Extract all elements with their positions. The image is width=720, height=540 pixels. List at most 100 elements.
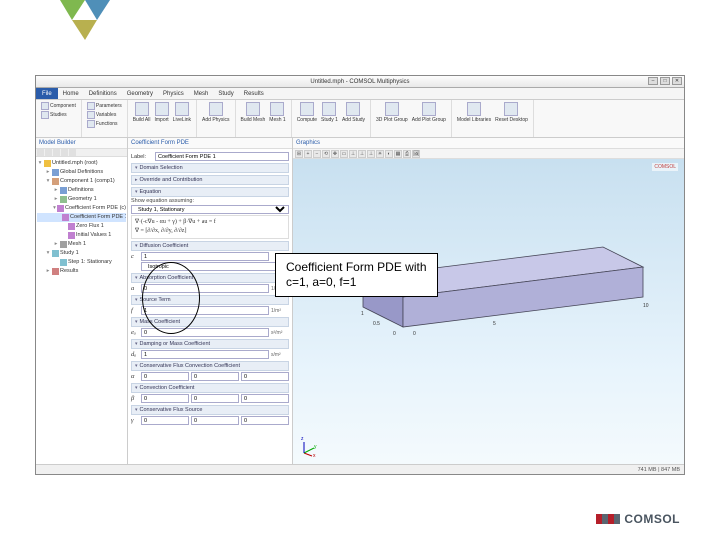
tree-node[interactable]: ▾Study 1: [37, 249, 126, 258]
section-mass[interactable]: Mass Coefficient: [131, 317, 289, 327]
label-input[interactable]: [155, 152, 289, 161]
livelink-button[interactable]: LiveLink: [171, 101, 193, 124]
al-x-input[interactable]: [141, 372, 189, 381]
be-x-input[interactable]: [141, 394, 189, 403]
graphics-title: Graphics: [293, 138, 684, 149]
mesh2-icon: [270, 102, 284, 116]
section-convection[interactable]: Convection Coefficient: [131, 383, 289, 393]
build-mesh-button[interactable]: Build Mesh: [239, 101, 268, 124]
tree-btn-3[interactable]: [53, 149, 60, 156]
footer-logo: COMSOL: [596, 512, 680, 526]
section-override[interactable]: Override and Contribution: [131, 175, 289, 185]
tree-btn-5[interactable]: [69, 149, 76, 156]
tree-node[interactable]: ▾Component 1 (comp1): [37, 177, 126, 186]
component-dropdown[interactable]: Component: [40, 102, 77, 110]
tree-btn-4[interactable]: [61, 149, 68, 156]
al-z-input[interactable]: [241, 372, 289, 381]
be-z-input[interactable]: [241, 394, 289, 403]
tree-node[interactable]: Coefficient Form PDE 1: [37, 213, 126, 222]
gfx-rotate[interactable]: ⟲: [322, 150, 330, 158]
ga-x-input[interactable]: [141, 416, 189, 425]
maximize-button[interactable]: □: [660, 77, 670, 85]
tree-node[interactable]: ▸Definitions: [37, 186, 126, 195]
tree-node[interactable]: Initial Values 1: [37, 231, 126, 240]
tab-results[interactable]: Results: [239, 91, 269, 97]
tab-physics[interactable]: Physics: [158, 91, 189, 97]
gfx-zoom-in[interactable]: +: [304, 150, 312, 158]
gfx-view-xy[interactable]: ⊥: [349, 150, 357, 158]
add-study-button[interactable]: Add Study: [340, 101, 367, 124]
section-domain[interactable]: Domain Selection: [131, 163, 289, 173]
tab-home[interactable]: Home: [58, 91, 84, 97]
reset-icon: [504, 102, 518, 116]
tab-definitions[interactable]: Definitions: [84, 91, 122, 97]
tree-node[interactable]: ▾Coefficient Form PDE (c): [37, 204, 126, 213]
section-source[interactable]: Source Term: [131, 295, 289, 305]
tree-btn-1[interactable]: [37, 149, 44, 156]
c-type-select[interactable]: Isotropic: [141, 262, 289, 271]
al-y-input[interactable]: [191, 372, 239, 381]
ga-z-input[interactable]: [241, 416, 289, 425]
section-damping[interactable]: Damping or Mass Coefficient: [131, 339, 289, 349]
slide-corner-logo: [60, 0, 110, 40]
tab-mesh[interactable]: Mesh: [189, 91, 214, 97]
c-input[interactable]: [141, 252, 269, 261]
tree-node[interactable]: ▸Global Definitions: [37, 168, 126, 177]
be-y-input[interactable]: [191, 394, 239, 403]
reset-desktop-button[interactable]: Reset Desktop: [493, 101, 530, 124]
variables-button[interactable]: Variables: [86, 111, 123, 119]
functions-button[interactable]: Functions: [86, 120, 123, 128]
graphics-canvas[interactable]: COMSOL 1 0.5 0 0 5 10: [293, 159, 684, 464]
parameters-button[interactable]: Parameters: [86, 102, 123, 110]
add-plot-button[interactable]: Add Plot Group: [410, 101, 448, 124]
gfx-zoom-out[interactable]: −: [313, 150, 321, 158]
tab-geometry[interactable]: Geometry: [122, 91, 158, 97]
tree-node[interactable]: ▸Geometry 1: [37, 195, 126, 204]
al-label: α: [131, 373, 139, 380]
section-diffusion[interactable]: Diffusion Coefficient: [131, 241, 289, 251]
minimize-button[interactable]: –: [648, 77, 658, 85]
plot-group-button[interactable]: 3D Plot Group: [374, 101, 410, 124]
ea-input[interactable]: [141, 328, 269, 337]
canvas-brand: COMSOL: [652, 163, 678, 171]
gfx-image[interactable]: 🖼: [412, 150, 420, 158]
main-body: Model Builder ▾Untitled.mph (root)▸Globa…: [36, 138, 684, 464]
tree-node[interactable]: Zero Flux 1: [37, 222, 126, 231]
studies-dropdown[interactable]: Studies: [40, 111, 77, 119]
tree-node[interactable]: ▸Mesh 1: [37, 240, 126, 249]
study-dropdown[interactable]: Study 1: [319, 101, 340, 124]
gfx-view-xz[interactable]: ⊥: [367, 150, 375, 158]
add-physics-button[interactable]: Add Physics: [200, 101, 232, 124]
f-input[interactable]: [141, 306, 269, 315]
close-button[interactable]: ✕: [672, 77, 682, 85]
tab-study[interactable]: Study: [213, 91, 238, 97]
gfx-transparency[interactable]: ◐: [385, 150, 393, 158]
eq-study-select[interactable]: Study 1, Stationary: [131, 205, 289, 214]
model-tree[interactable]: ▾Untitled.mph (root)▸Global Definitions▾…: [36, 157, 127, 278]
tree-node[interactable]: ▸Results: [37, 267, 126, 276]
tree-btn-2[interactable]: [45, 149, 52, 156]
tree-node[interactable]: Step 1: Stationary: [37, 258, 126, 267]
tree-node[interactable]: ▾Untitled.mph (root): [37, 159, 126, 168]
gfx-select[interactable]: ▭: [340, 150, 348, 158]
a-input[interactable]: [141, 284, 269, 293]
section-absorption[interactable]: Absorption Coefficient: [131, 273, 289, 283]
model-libraries-button[interactable]: Model Libraries: [455, 101, 493, 124]
ribbon-group-study: Compute Study 1 Add Study: [292, 100, 371, 137]
section-csource[interactable]: Conservative Flux Source: [131, 405, 289, 415]
import-button[interactable]: Import: [153, 101, 171, 124]
ga-y-input[interactable]: [191, 416, 239, 425]
file-menu[interactable]: File: [36, 88, 58, 99]
gfx-wireframe[interactable]: ▦: [394, 150, 402, 158]
section-equation[interactable]: Equation: [131, 187, 289, 197]
build-all-button[interactable]: Build All: [131, 101, 153, 124]
gfx-zoom-extents[interactable]: ⊞: [295, 150, 303, 158]
compute-button[interactable]: Compute: [295, 101, 319, 124]
section-cflux[interactable]: Conservative Flux Convection Coefficient: [131, 361, 289, 371]
gfx-view-yz[interactable]: ⊥: [358, 150, 366, 158]
da-input[interactable]: [141, 350, 269, 359]
mesh-dropdown[interactable]: Mesh 1: [267, 101, 287, 124]
gfx-pan[interactable]: ✥: [331, 150, 339, 158]
gfx-light[interactable]: ☀: [376, 150, 384, 158]
gfx-print[interactable]: ⎙: [403, 150, 411, 158]
